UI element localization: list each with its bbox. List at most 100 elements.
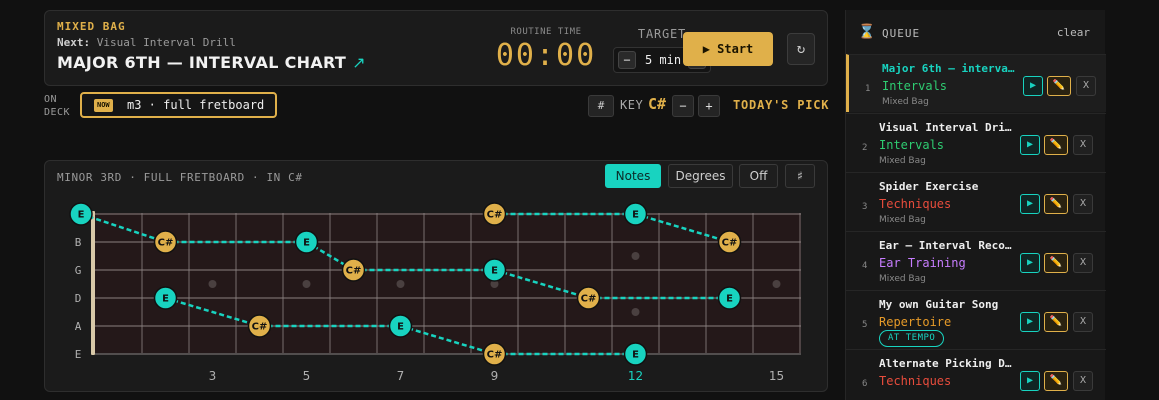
- queue-item[interactable]: 6 Alternate Picking Drill Techniques ▶✏️X: [846, 349, 1106, 400]
- delete-icon[interactable]: X: [1073, 371, 1093, 391]
- queue-item-name: My own Guitar Song: [879, 298, 999, 311]
- external-arrow-icon[interactable]: ↗: [352, 53, 366, 72]
- queue-item-tag: AT TEMPO: [879, 330, 945, 347]
- delete-icon[interactable]: X: [1073, 135, 1093, 155]
- fretboard-card: MINOR 3RD · FULL FRETBOARD · IN C# Notes…: [44, 160, 828, 392]
- queue-clear-button[interactable]: clear: [1057, 26, 1090, 39]
- queue-item[interactable]: 1 Major 6th — interval chart Intervals Mixe…: [846, 54, 1106, 112]
- next-value: Visual Interval Drill: [96, 36, 236, 49]
- inlay-dot: [631, 308, 640, 316]
- fret-number-label: 9: [491, 369, 499, 383]
- routine-time-value: 00:00: [495, 38, 597, 73]
- note-label: C#: [581, 294, 597, 305]
- exercise-title: MAJOR 6TH — INTERVAL CHART ↗: [57, 53, 366, 72]
- note-label: C#: [487, 350, 503, 361]
- queue-item[interactable]: 4 Ear — Interval Recognition Ear Training M…: [846, 231, 1106, 289]
- on-deck-label-line1: ON: [44, 94, 58, 105]
- queue-item-set: Mixed Bag: [879, 156, 926, 166]
- hourglass-icon: ⌛: [858, 24, 876, 40]
- on-deck-label: ON DECK: [44, 93, 70, 119]
- reset-icon[interactable]: ↻: [787, 33, 815, 65]
- edit-icon[interactable]: ✏️: [1044, 312, 1068, 332]
- string-label: A: [75, 320, 82, 333]
- queue-header: ⌛ QUEUE clear: [846, 10, 1106, 54]
- string-label: D: [75, 292, 82, 305]
- queue-item[interactable]: 5 My own Guitar Song Repertoire AT TEMPO ▶ ✏️…: [846, 290, 1106, 348]
- key-down-button[interactable]: −: [672, 95, 694, 117]
- fret-number-label: 12: [628, 369, 643, 383]
- todays-pick-link[interactable]: TODAY'S PICK: [733, 98, 829, 112]
- edit-icon[interactable]: ✏️: [1044, 194, 1068, 214]
- queue-item-name: Visual Interval Drill: [879, 121, 1015, 134]
- exercise-title-text: MAJOR 6TH — INTERVAL CHART: [57, 53, 347, 72]
- note-label: C#: [158, 238, 174, 249]
- queue-item-number: 3: [862, 202, 868, 212]
- next-up: Next: Visual Interval Drill: [57, 36, 236, 49]
- delete-icon[interactable]: X: [1076, 76, 1096, 96]
- routine-time-label: ROUTINE TIME: [510, 27, 582, 37]
- key-up-button[interactable]: +: [698, 95, 720, 117]
- fretboard-diagram: EBGDAE35791215EC#EC#EC#C#EEC#EC#EC#E: [69, 202, 801, 383]
- delete-icon[interactable]: X: [1073, 194, 1093, 214]
- queue-item-category: Repertoire: [879, 315, 952, 329]
- edit-icon[interactable]: ✏️: [1044, 253, 1068, 273]
- set-name: MIXED BAG: [57, 20, 126, 33]
- on-deck-item[interactable]: NOW m3 · full fretboard: [80, 92, 277, 118]
- inlay-dot: [208, 280, 217, 288]
- on-deck-label-line2: DECK: [44, 107, 71, 118]
- edit-icon[interactable]: ✏️: [1044, 371, 1068, 391]
- edit-icon[interactable]: ✏️: [1047, 76, 1071, 96]
- edit-icon[interactable]: ✏️: [1044, 135, 1068, 155]
- note-label: E: [162, 294, 169, 305]
- fret-number-label: 15: [769, 369, 784, 383]
- now-badge: NOW: [94, 99, 113, 112]
- play-icon[interactable]: ▶: [1020, 194, 1040, 214]
- sharp-toggle-button[interactable]: #: [588, 95, 614, 117]
- inlay-dot: [772, 280, 781, 288]
- note-label: C#: [487, 210, 503, 221]
- queue-item-set: Mixed Bag: [879, 215, 926, 225]
- note-label: E: [491, 266, 498, 277]
- inlay-dot: [631, 252, 640, 260]
- queue-item-category: Techniques: [879, 374, 952, 388]
- nut: [91, 211, 95, 355]
- note-label: E: [726, 294, 733, 305]
- play-icon[interactable]: ▶: [1020, 371, 1040, 391]
- play-icon[interactable]: ▶: [1020, 312, 1040, 332]
- queue-item-name: Spider Exercise: [879, 180, 979, 193]
- fret-number-label: 7: [397, 369, 405, 383]
- target-decrease-button[interactable]: −: [618, 51, 636, 69]
- play-icon[interactable]: ▶: [1023, 76, 1043, 96]
- delete-icon[interactable]: X: [1073, 253, 1093, 273]
- queue-item-number: 5: [862, 320, 868, 330]
- on-deck-text: m3 · full fretboard: [127, 98, 265, 112]
- note-label: C#: [252, 322, 268, 333]
- key-label: KEY: [620, 98, 644, 112]
- play-icon[interactable]: ▶: [1020, 253, 1040, 273]
- string-label: G: [75, 264, 82, 277]
- queue-title: QUEUE: [882, 27, 921, 40]
- queue-item-number: 4: [862, 261, 868, 271]
- inlay-dot: [396, 280, 405, 288]
- inlay-dot: [302, 280, 311, 288]
- queue-item-name: Ear — Interval Recognition: [879, 239, 1015, 252]
- queue-item[interactable]: 2 Visual Interval Drill Intervals Mixed Bag…: [846, 113, 1106, 171]
- queue-item-set: Mixed Bag: [879, 274, 926, 284]
- string-label: E: [75, 348, 82, 361]
- delete-icon[interactable]: X: [1073, 312, 1093, 332]
- queue-item-category: Ear Training: [879, 256, 966, 270]
- play-icon[interactable]: ▶: [1020, 135, 1040, 155]
- queue-item-number: 2: [862, 143, 868, 153]
- fret-number-label: 5: [303, 369, 311, 383]
- queue-item-category: Intervals: [882, 79, 948, 93]
- note-label: C#: [346, 266, 362, 277]
- queue-item-set: Mixed Bag: [882, 97, 929, 107]
- key-value: C#: [648, 95, 667, 113]
- queue-panel: ⌛ QUEUE clear 1 Major 6th — interval char…: [845, 10, 1106, 400]
- start-button[interactable]: ▶ Start: [683, 32, 773, 66]
- queue-item-number: 6: [862, 379, 868, 389]
- note-label: E: [632, 210, 639, 221]
- queue-item[interactable]: 3 Spider Exercise Techniques Mixed Bag ▶ ✏️ X: [846, 172, 1106, 230]
- note-label: C#: [722, 238, 738, 249]
- next-label: Next:: [57, 36, 91, 49]
